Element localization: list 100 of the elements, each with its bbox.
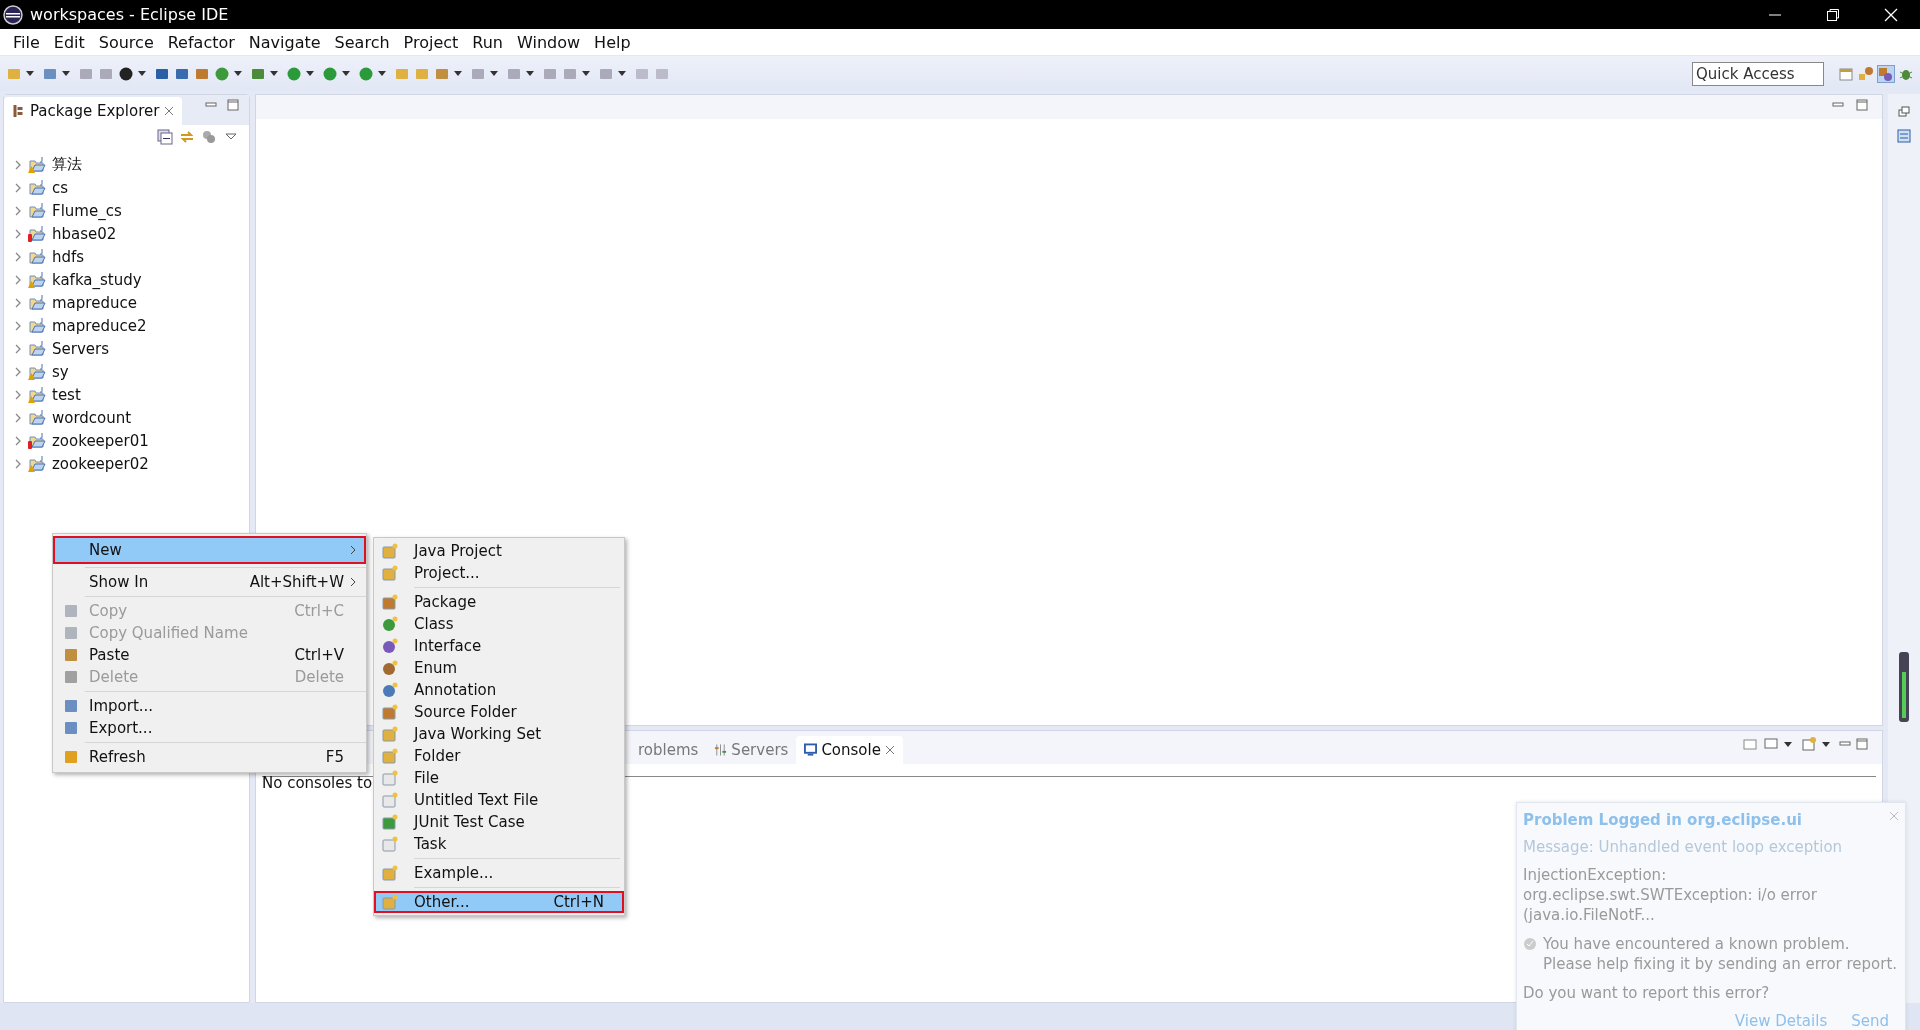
project-name: zookeeper02 [52, 454, 149, 473]
display-console-icon[interactable] [1763, 736, 1779, 752]
menu-item[interactable]: Source Folder [374, 701, 624, 723]
eclipse-logo-icon [3, 4, 23, 25]
notification-message: Message: Unhandled event loop exception [1523, 838, 1844, 856]
console-icon [804, 743, 818, 757]
menu-item[interactable]: Refactor [160, 32, 242, 52]
caret-icon[interactable] [234, 71, 242, 76]
project-name: hdfs [52, 247, 85, 266]
caret-icon[interactable] [582, 71, 590, 76]
project-name: Servers [52, 339, 109, 358]
menu-item[interactable]: Show In Alt+Shift+W [53, 571, 366, 593]
tree-item[interactable]: mapreduce [4, 291, 249, 314]
tree-item[interactable]: kafka_study [4, 268, 249, 291]
caret-icon[interactable] [526, 71, 534, 76]
menu-item[interactable]: Source [91, 32, 161, 52]
menu-item[interactable]: Refresh F5 [53, 746, 366, 768]
view-tab[interactable]: Servers [706, 736, 797, 764]
project-name: test [52, 385, 81, 404]
project-name: kafka_study [52, 270, 142, 289]
caret-icon[interactable] [618, 71, 626, 76]
notification-info: You have encountered a known problem. Please help fixing it by sending an error report. [1543, 934, 1899, 974]
tree-item[interactable]: sy [4, 360, 249, 383]
window-title: workspaces - Eclipse IDE [30, 5, 229, 24]
caret-icon[interactable] [342, 71, 350, 76]
menu-item[interactable]: Java Project [374, 540, 624, 562]
info-icon [1523, 937, 1537, 951]
menu-item[interactable]: Annotation [374, 679, 624, 701]
tree-item[interactable]: hbase02 [4, 222, 249, 245]
console-message: No consoles to [262, 774, 373, 792]
quick-access-field[interactable]: Quick Access [1692, 61, 1824, 86]
view-tab[interactable]: roblems [630, 736, 707, 764]
tree-item[interactable]: Servers [4, 337, 249, 360]
tree-item[interactable]: Flume_cs [4, 199, 249, 222]
tree-item[interactable]: zookeeper02 [4, 452, 249, 475]
menu-item[interactable]: New [53, 536, 366, 564]
tree-item[interactable]: 算法 [4, 153, 249, 176]
menu-item[interactable]: JUnit Test Case [374, 811, 624, 833]
tree-item[interactable]: cs [4, 176, 249, 199]
project-name: mapreduce [52, 293, 137, 312]
project-name: mapreduce2 [52, 316, 147, 335]
caret-icon[interactable] [378, 71, 386, 76]
caret-icon[interactable] [26, 71, 34, 76]
view-tab[interactable]: Console [796, 736, 903, 764]
project-name: wordcount [52, 408, 132, 427]
menu-item[interactable]: Navigate [241, 32, 328, 52]
caret-icon[interactable] [306, 71, 314, 76]
menu-item[interactable]: Import... [53, 695, 366, 717]
menu-item[interactable]: Example... [374, 862, 624, 884]
menu-item[interactable]: Paste Ctrl+V [53, 644, 366, 666]
caret-icon[interactable] [454, 71, 462, 76]
project-name: zookeeper01 [52, 431, 149, 450]
menu-item[interactable]: File [6, 32, 47, 52]
menu-item[interactable]: Folder [374, 745, 624, 767]
menu-item[interactable]: Search [327, 32, 397, 52]
tree-item[interactable]: hdfs [4, 245, 249, 268]
outline-icon[interactable] [1896, 128, 1912, 144]
java-perspective-icon[interactable] [1878, 65, 1894, 82]
maximize-icon[interactable] [1856, 738, 1868, 750]
menu-item[interactable]: Enum [374, 657, 624, 679]
caret-icon[interactable] [62, 71, 70, 76]
servers-icon [714, 743, 728, 757]
view-title: Package Explorer [30, 102, 160, 120]
menu-item[interactable]: Other... Ctrl+N [374, 891, 624, 913]
link-icon[interactable] [179, 129, 195, 145]
tree-item[interactable]: wordcount [4, 406, 249, 429]
menu-item[interactable]: Run [465, 32, 510, 52]
menu-item[interactable]: Class [374, 613, 624, 635]
tree-item[interactable]: mapreduce2 [4, 314, 249, 337]
project-name: Flume_cs [52, 201, 122, 220]
package-explorer-icon [12, 104, 25, 118]
package-explorer-tab[interactable]: Package Explorer [4, 97, 183, 125]
menu-item[interactable]: Project [396, 32, 466, 52]
menu-item[interactable]: Help [587, 32, 638, 52]
filter-icon[interactable] [201, 129, 217, 145]
caret-icon[interactable] [270, 71, 278, 76]
maximize-icon[interactable] [1856, 99, 1868, 111]
tree-item[interactable]: zookeeper01 [4, 429, 249, 452]
restore-icon[interactable] [1826, 7, 1840, 22]
menu-item[interactable]: File [374, 767, 624, 789]
notification-title: Problem Logged in org.eclipse.ui [1523, 811, 1803, 829]
open-perspective-icon[interactable] [1838, 65, 1854, 82]
menu-item[interactable]: Package [374, 591, 624, 613]
collapse-all-icon[interactable] [157, 129, 173, 145]
menu-item[interactable]: Untitled Text File [374, 789, 624, 811]
tree-item[interactable]: test [4, 383, 249, 406]
menu-item[interactable]: Edit [46, 32, 92, 52]
menu-item[interactable]: Interface [374, 635, 624, 657]
caret-icon[interactable] [1784, 741, 1792, 747]
perspective-icon[interactable] [1858, 65, 1874, 82]
caret-icon[interactable] [1822, 741, 1830, 747]
menu-item[interactable]: Java Working Set [374, 723, 624, 745]
menu-item[interactable]: Export... [53, 717, 366, 739]
menu-item[interactable]: Project... [374, 562, 624, 584]
caret-icon[interactable] [138, 71, 146, 76]
menu-item[interactable]: Task [374, 833, 624, 855]
maximize-icon[interactable] [227, 99, 239, 111]
caret-icon[interactable] [490, 71, 498, 76]
menu-item[interactable]: Window [510, 32, 588, 52]
project-name: sy [52, 362, 69, 381]
